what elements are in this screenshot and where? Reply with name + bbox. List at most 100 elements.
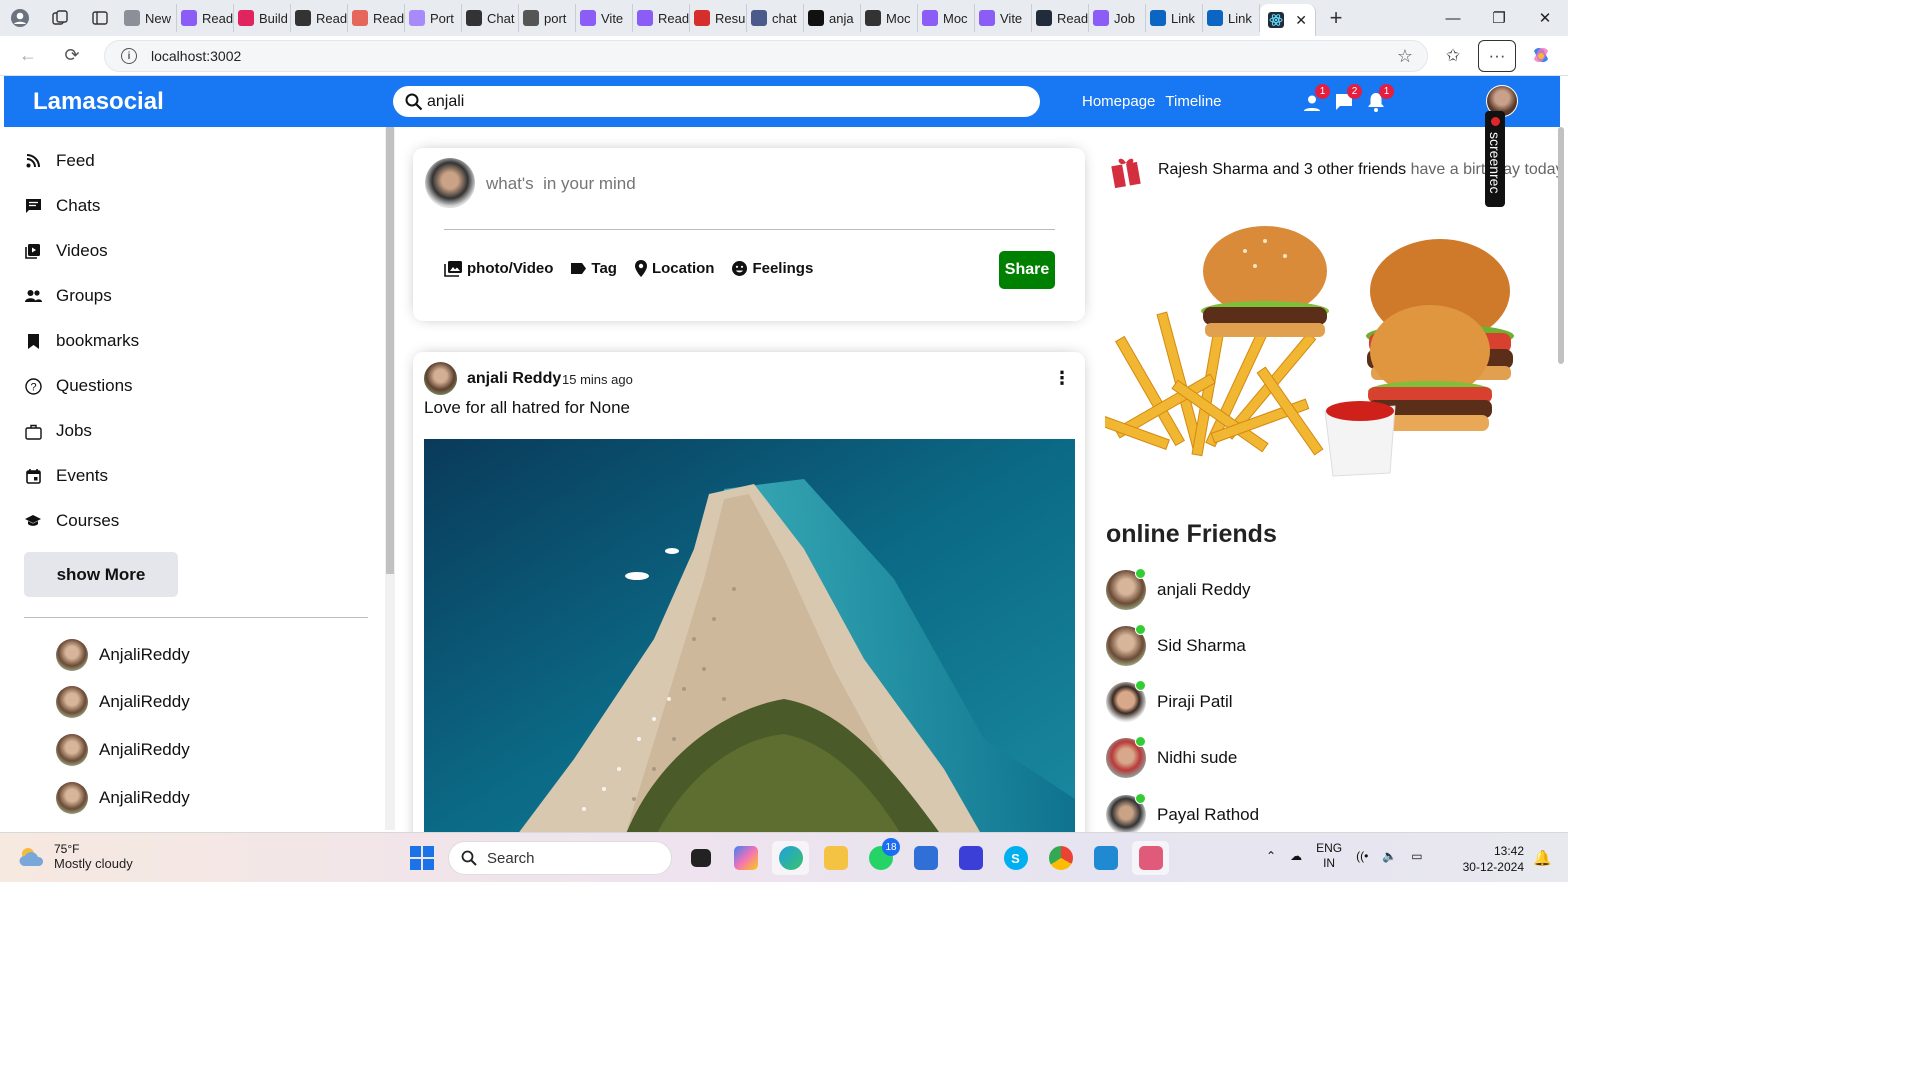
microsoft-store-icon[interactable] — [907, 841, 944, 875]
share-option-tag[interactable]: Tag — [570, 259, 617, 278]
notifications-button[interactable]: 1 — [1366, 84, 1394, 112]
browser-tab[interactable]: Read — [633, 4, 690, 32]
share-option-location[interactable]: Location — [634, 259, 714, 278]
close-window-icon[interactable]: ✕ — [1522, 0, 1568, 36]
screenrec-overlay[interactable]: screenrec — [1485, 111, 1505, 207]
share-post-input[interactable] — [486, 174, 986, 194]
browser-tab[interactable]: Read — [1032, 4, 1089, 32]
browser-tab[interactable]: Chat — [462, 4, 519, 32]
browser-tab[interactable]: port — [519, 4, 576, 32]
start-button[interactable] — [410, 846, 434, 870]
friend-requests-button[interactable]: 1 — [1302, 84, 1330, 112]
post-avatar[interactable] — [424, 362, 457, 395]
post-image[interactable] — [424, 439, 1075, 839]
more-vert-icon[interactable]: ⋮ — [1053, 368, 1071, 389]
system-clock[interactable]: 13:42 30-12-2024 — [1460, 843, 1524, 875]
page-scrollbar-thumb[interactable] — [1558, 127, 1564, 364]
browser-tab[interactable]: Moc — [861, 4, 918, 32]
post-username[interactable]: anjali Reddy — [467, 370, 561, 388]
sidebar-item-groups[interactable]: Groups — [24, 286, 112, 306]
browser-tab[interactable]: New — [120, 4, 177, 32]
friend-list-item[interactable]: AnjaliReddy — [56, 686, 190, 718]
wifi-icon[interactable]: ((• — [1356, 849, 1368, 863]
edge-app-icon[interactable] — [772, 841, 809, 875]
share-option-feelings[interactable]: Feelings — [731, 259, 813, 278]
battery-icon[interactable]: ▭ — [1411, 849, 1422, 863]
browser-tab[interactable]: Build — [234, 4, 291, 32]
homepage-link[interactable]: Homepage — [1082, 93, 1155, 110]
show-more-button[interactable]: show More — [24, 552, 178, 597]
tab-close-icon[interactable]: ✕ — [1295, 12, 1307, 29]
chevron-up-icon[interactable]: ⌃ — [1266, 849, 1276, 863]
favorite-star-icon[interactable]: ☆ — [1397, 46, 1413, 67]
share-button[interactable]: Share — [999, 251, 1055, 289]
browser-tab[interactable]: Vite — [975, 4, 1032, 32]
browser-tab[interactable]: Resu — [690, 4, 747, 32]
browser-tab[interactable]: Read — [291, 4, 348, 32]
language-indicator[interactable]: ENG IN — [1316, 841, 1342, 871]
weather-widget[interactable]: 75°F Mostly cloudy — [18, 842, 133, 871]
task-view-icon[interactable] — [682, 841, 719, 875]
sidebar-item-jobs[interactable]: Jobs — [24, 421, 92, 441]
notification-bell-icon[interactable]: 🔔 — [1533, 849, 1552, 867]
online-friend-item[interactable]: Sid Sharma — [1106, 624, 1246, 666]
ad-image[interactable] — [1090, 211, 1540, 489]
share-option-photo[interactable]: photo/Video — [444, 259, 553, 278]
sidebar-item-questions[interactable]: ? Questions — [24, 376, 133, 396]
online-friend-item[interactable]: anjali Reddy — [1106, 568, 1251, 610]
sidebar-item-events[interactable]: Events — [24, 466, 108, 486]
vscode-app-icon[interactable] — [1087, 841, 1124, 875]
sidebar-item-bookmarks[interactable]: bookmarks — [24, 331, 139, 351]
browser-tab[interactable]: anja — [804, 4, 861, 32]
online-friend-item[interactable]: Piraji Patil — [1106, 680, 1233, 722]
vertical-tabs-icon[interactable] — [80, 0, 120, 36]
sidebar-item-chats[interactable]: Chats — [24, 196, 100, 216]
browser-tab[interactable]: Read — [177, 4, 234, 32]
volume-icon[interactable]: 🔈 — [1382, 849, 1397, 863]
online-friend-item[interactable]: Nidhi sude — [1106, 736, 1237, 778]
favorites-icon[interactable]: ✩ — [1434, 40, 1472, 72]
back-icon[interactable]: ← — [6, 36, 50, 76]
chrome-app-icon[interactable] — [1042, 841, 1079, 875]
sidebar-scrollbar-thumb[interactable] — [386, 127, 394, 574]
sidebar-item-feed[interactable]: Feed — [24, 151, 95, 171]
restore-icon[interactable]: ❐ — [1476, 0, 1522, 36]
browser-tab[interactable]: Job — [1089, 4, 1146, 32]
app-icon[interactable] — [952, 841, 989, 875]
minimize-icon[interactable]: — — [1430, 0, 1476, 36]
browser-tab[interactable]: Port — [405, 4, 462, 32]
browser-tab[interactable]: Link — [1146, 4, 1203, 32]
timeline-link[interactable]: Timeline — [1165, 93, 1221, 110]
share-avatar[interactable] — [425, 158, 475, 208]
friend-list-item[interactable]: AnjaliReddy — [56, 782, 190, 814]
skype-app-icon[interactable]: S — [997, 841, 1034, 875]
copilot-icon[interactable] — [1522, 40, 1560, 72]
refresh-icon[interactable]: ⟳ — [50, 36, 94, 76]
browser-tab[interactable]: Read — [348, 4, 405, 32]
friend-list-item[interactable]: AnjaliReddy — [56, 639, 190, 671]
site-info-icon[interactable]: i — [121, 48, 137, 64]
tab-active[interactable]: ✕ — [1260, 4, 1316, 36]
browser-tab[interactable]: Moc — [918, 4, 975, 32]
sidebar-item-courses[interactable]: Courses — [24, 511, 119, 531]
search-input[interactable] — [427, 92, 987, 111]
profile-icon[interactable] — [0, 0, 40, 36]
friend-list-item[interactable]: AnjaliReddy — [56, 734, 190, 766]
url-bar[interactable]: i localhost:3002 ☆ — [104, 40, 1428, 72]
app-logo[interactable]: Lamasocial — [33, 88, 164, 116]
messages-button[interactable]: 2 — [1334, 84, 1362, 112]
file-explorer-icon[interactable] — [817, 841, 854, 875]
sidebar-item-videos[interactable]: Videos — [24, 241, 108, 261]
browser-tab[interactable]: chat — [747, 4, 804, 32]
taskbar-search[interactable]: Search — [448, 841, 672, 875]
settings-more-icon[interactable]: ··· — [1478, 40, 1516, 72]
snipping-tool-icon[interactable] — [1132, 841, 1169, 875]
browser-tab[interactable]: Vite — [576, 4, 633, 32]
browser-tab[interactable]: Link — [1203, 4, 1260, 32]
copilot-app-icon[interactable] — [727, 841, 764, 875]
online-friend-item[interactable]: Payal Rathod — [1106, 793, 1259, 835]
whatsapp-app-icon[interactable]: 18 — [862, 838, 900, 875]
workspaces-icon[interactable] — [40, 0, 80, 36]
network-status-icon[interactable]: ☁ — [1290, 849, 1302, 863]
new-tab-button[interactable]: + — [1316, 5, 1356, 31]
